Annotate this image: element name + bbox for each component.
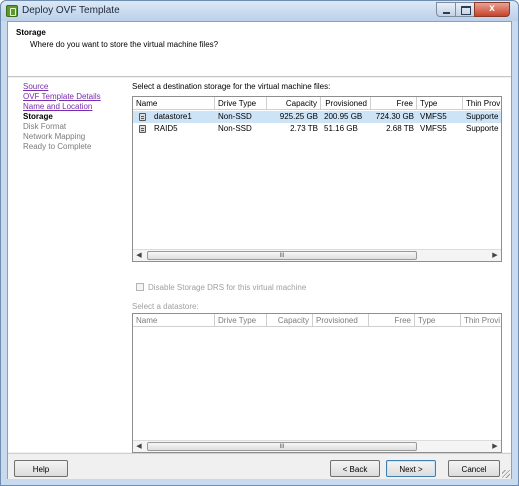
caption-buttons: x [436, 2, 510, 17]
storage-label: Select a destination storage for the vir… [132, 82, 331, 91]
col-provisioned[interactable]: Provisioned [313, 314, 369, 327]
scroll-left-icon[interactable]: ◀ [133, 441, 145, 452]
scroll-thumb[interactable]: III [147, 251, 417, 260]
cell-type: VMFS5 [420, 112, 447, 121]
close-icon: x [489, 3, 495, 14]
col-name[interactable]: Name [133, 314, 215, 327]
table-row[interactable]: RAID5 Non-SSD 2.73 TB 51.16 GB 2.68 TB V… [133, 123, 501, 135]
storage-table[interactable]: Name Drive Type Capacity Provisioned Fre… [132, 96, 502, 262]
next-button[interactable]: Next > [386, 460, 436, 477]
help-button[interactable]: Help [14, 460, 68, 477]
title-bar: Deploy OVF Template x [1, 1, 518, 21]
cell-free: 724.30 GB [375, 112, 414, 121]
vsphere-app-icon [6, 5, 18, 17]
storage-horizontal-scrollbar[interactable]: ◀ III ▶ [133, 249, 501, 261]
page-subtitle: Where do you want to store the virtual m… [30, 40, 219, 49]
datastore-table[interactable]: Name Drive Type Capacity Provisioned Fre… [132, 313, 502, 453]
col-provisioned[interactable]: Provisioned [321, 97, 371, 110]
cancel-button[interactable]: Cancel [448, 460, 500, 477]
step-disk-format: Disk Format [23, 122, 67, 131]
disable-storage-drs-label: Disable Storage DRS for this virtual mac… [148, 283, 307, 292]
step-ready-to-complete: Ready to Complete [23, 142, 92, 151]
scroll-left-icon[interactable]: ◀ [133, 250, 145, 261]
step-name-and-location[interactable]: Name and Location [23, 102, 123, 112]
table-row[interactable]: datastore1 Non-SSD 925.25 GB 200.95 GB 7… [133, 111, 501, 123]
minimize-button[interactable] [436, 2, 456, 17]
step-network-mapping: Network Mapping [23, 132, 86, 141]
datastore-label: Select a datastore: [132, 302, 199, 311]
cell-thin-provisioning: Supporte [466, 112, 499, 121]
step-storage: Storage [23, 112, 53, 121]
col-drive-type[interactable]: Drive Type [215, 314, 267, 327]
page-title: Storage [16, 28, 46, 37]
deploy-ovf-window: Deploy OVF Template x Storage Where do y… [0, 0, 519, 486]
col-free[interactable]: Free [371, 97, 417, 110]
datastore-icon [139, 113, 146, 121]
cell-name: datastore1 [154, 112, 192, 121]
cell-provisioned: 200.95 GB [324, 112, 363, 121]
scroll-right-icon[interactable]: ▶ [489, 441, 501, 452]
cell-capacity: 925.25 GB [279, 112, 318, 121]
scroll-right-icon[interactable]: ▶ [489, 250, 501, 261]
scroll-thumb[interactable]: III [147, 442, 417, 451]
cell-thin-provisioning: Supporte [466, 124, 499, 133]
wizard-header: Storage Where do you want to store the v… [8, 22, 511, 77]
datastore-horizontal-scrollbar[interactable]: ◀ III ▶ [133, 440, 501, 452]
step-source[interactable]: Source [23, 82, 123, 92]
datastore-table-header: Name Drive Type Capacity Provisioned Fre… [133, 314, 501, 327]
col-type[interactable]: Type [417, 97, 463, 110]
col-capacity[interactable]: Capacity [267, 97, 321, 110]
cell-name: RAID5 [154, 124, 178, 133]
cell-free: 2.68 TB [386, 124, 414, 133]
col-name[interactable]: Name [133, 97, 215, 110]
cell-drive-type: Non-SSD [218, 124, 252, 133]
wizard-client-area: Storage Where do you want to store the v… [7, 21, 512, 479]
wizard-steps: Source OVF Template Details Name and Loc… [23, 82, 123, 152]
col-drive-type[interactable]: Drive Type [215, 97, 267, 110]
cell-drive-type: Non-SSD [218, 112, 252, 121]
disable-storage-drs-option: Disable Storage DRS for this virtual mac… [136, 283, 306, 292]
wizard-footer: Help < Back Next > Cancel [8, 453, 511, 479]
cell-provisioned: 51.16 GB [324, 124, 358, 133]
col-free[interactable]: Free [369, 314, 415, 327]
disable-storage-drs-checkbox[interactable] [136, 283, 144, 291]
step-ovf-template-details[interactable]: OVF Template Details [23, 92, 123, 102]
wizard-body: Source OVF Template Details Name and Loc… [8, 78, 511, 453]
col-capacity[interactable]: Capacity [267, 314, 313, 327]
close-button[interactable]: x [474, 2, 510, 17]
cell-type: VMFS5 [420, 124, 447, 133]
storage-table-header: Name Drive Type Capacity Provisioned Fre… [133, 97, 501, 110]
cell-capacity: 2.73 TB [290, 124, 318, 133]
col-thin-provisioning[interactable]: Thin Prov [463, 97, 501, 110]
maximize-button[interactable] [455, 2, 475, 17]
col-type[interactable]: Type [415, 314, 461, 327]
col-thin-provisioning[interactable]: Thin Provi [461, 314, 501, 327]
datastore-icon [139, 125, 146, 133]
window-title: Deploy OVF Template [22, 5, 120, 16]
resize-grip-icon[interactable] [502, 470, 510, 478]
back-button[interactable]: < Back [330, 460, 380, 477]
